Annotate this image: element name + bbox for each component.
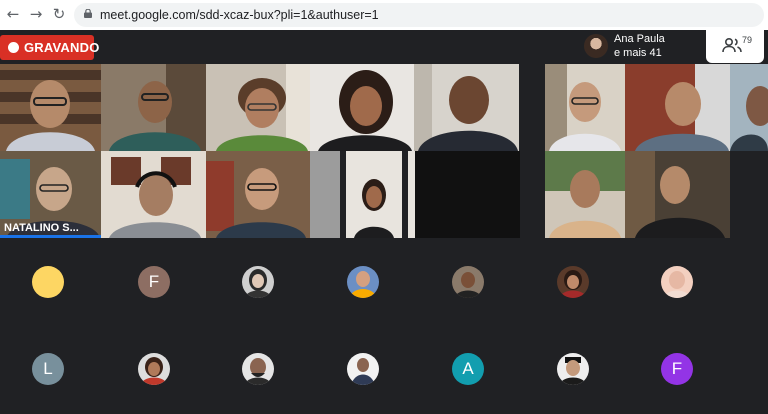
avatar-photo: [242, 266, 274, 298]
avatar-photo: [557, 353, 589, 385]
video-tile[interactable]: [101, 151, 206, 238]
avatar-photo: [138, 353, 170, 385]
participant-avatar[interactable]: [661, 266, 693, 298]
video-tile[interactable]: [545, 64, 625, 151]
participant-avatar[interactable]: [242, 266, 274, 298]
avatar-photo: [661, 266, 693, 298]
meet-stage: GRAVANDO Ana Paula e mais 41 79 NATALINO…: [0, 29, 768, 414]
presenter-name: Ana Paula: [614, 33, 665, 45]
participant-avatar[interactable]: [347, 353, 379, 385]
lock-icon: [84, 9, 92, 18]
participant-video: [101, 151, 206, 238]
avatar-photo: [242, 353, 274, 385]
speaking-indicator: [0, 235, 101, 238]
avatar-initial: F: [148, 272, 160, 291]
video-tile[interactable]: [625, 64, 730, 151]
recording-badge: GRAVANDO: [0, 35, 99, 60]
avatar-initial: L: [43, 359, 53, 378]
video-tile-natalino[interactable]: NATALINO S...: [0, 151, 101, 238]
participant-video: [0, 64, 101, 151]
record-dot-icon: [8, 42, 19, 53]
recording-label: GRAVANDO: [24, 40, 100, 55]
presenter-chip[interactable]: Ana Paula e mais 41: [578, 30, 702, 62]
participant-avatar[interactable]: L: [32, 353, 64, 385]
presenter-more-count: e mais 41: [614, 47, 662, 59]
participant-video: [625, 64, 730, 151]
participant-avatar[interactable]: F: [138, 266, 170, 298]
participant-video: [545, 151, 625, 238]
video-tile[interactable]: [0, 64, 101, 151]
participant-avatar[interactable]: [452, 266, 484, 298]
video-tile[interactable]: [545, 151, 625, 238]
video-tile[interactable]: [310, 64, 414, 151]
participant-avatar[interactable]: [242, 353, 274, 385]
participant-avatar[interactable]: [347, 266, 379, 298]
url-text: meet.google.com/sdd-xcaz-bux?pli=1&authu…: [100, 8, 379, 22]
participant-video: [206, 64, 310, 151]
participant-video: [545, 64, 625, 151]
participant-avatar[interactable]: [557, 353, 589, 385]
participant-video: [730, 64, 768, 151]
participant-video: [625, 151, 730, 238]
participants-count: 79: [742, 35, 753, 45]
video-tile[interactable]: [415, 151, 520, 238]
participant-avatar[interactable]: [32, 266, 64, 298]
participant-avatar[interactable]: A: [452, 353, 484, 385]
avatar-initial: F: [671, 359, 683, 378]
avatar-photo: [347, 353, 379, 385]
participant-name-label: NATALINO S...: [4, 222, 79, 234]
avatar-photo: [452, 266, 484, 298]
video-tile[interactable]: [625, 151, 730, 238]
participant-video: [101, 64, 206, 151]
video-tile[interactable]: [206, 64, 310, 151]
presenter-avatar: [584, 34, 608, 58]
address-bar[interactable]: meet.google.com/sdd-xcaz-bux?pli=1&authu…: [74, 3, 764, 27]
participant-avatar[interactable]: [557, 266, 589, 298]
video-tile[interactable]: [310, 151, 415, 238]
participants-button[interactable]: 79: [706, 29, 764, 63]
video-tile[interactable]: [414, 64, 519, 151]
participant-avatar[interactable]: F: [661, 353, 693, 385]
people-icon: [722, 37, 742, 53]
participant-avatar[interactable]: [138, 353, 170, 385]
participant-video: [310, 151, 415, 238]
video-tile[interactable]: [730, 64, 768, 151]
arrow-right-icon[interactable]: →: [28, 6, 44, 22]
arrow-left-icon[interactable]: ←: [5, 6, 21, 22]
avatar-photo: [557, 266, 589, 298]
video-tile[interactable]: [101, 64, 206, 151]
avatar-photo: [347, 266, 379, 298]
participant-video: [414, 64, 519, 151]
avatar-initial: A: [462, 359, 474, 378]
reload-icon[interactable]: ↻: [51, 6, 67, 22]
participant-video: [206, 151, 310, 238]
browser-toolbar: ← → ↻ meet.google.com/sdd-xcaz-bux?pli=1…: [0, 0, 768, 31]
video-tile[interactable]: [206, 151, 310, 238]
participant-video: [310, 64, 414, 151]
